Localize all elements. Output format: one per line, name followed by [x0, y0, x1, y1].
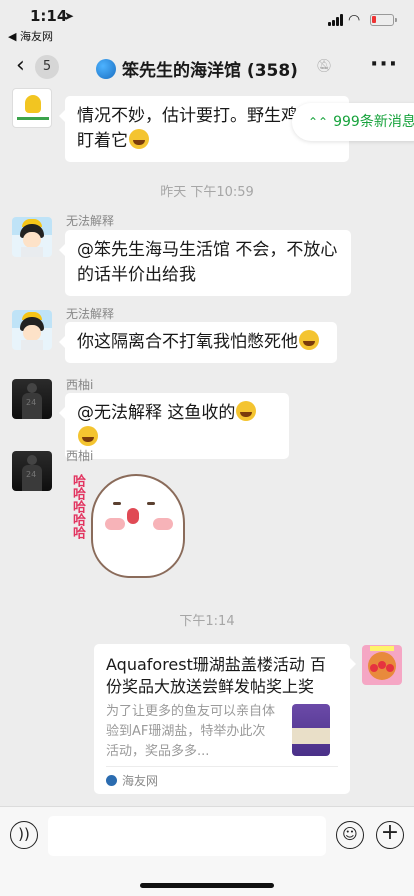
message-bubble[interactable]: 你这隔离合不打氧我怕憋死他 — [59, 322, 337, 363]
avatar[interactable]: 24 — [12, 451, 52, 491]
message-text: @无法解释 这鱼收的 — [77, 403, 236, 423]
timestamp: 昨天 下午10:59 — [160, 185, 254, 200]
signal-icon — [328, 14, 344, 26]
avatar[interactable]: 24 — [12, 379, 52, 419]
new-messages-label: 999条新消息 — [333, 114, 414, 130]
status-bar: 1:14 ➤ ◀ 海友网 ◠ — [0, 0, 414, 44]
avatar[interactable] — [12, 310, 52, 350]
plus-icon[interactable]: + — [376, 821, 404, 849]
emoji-icon[interactable]: ☺ — [336, 821, 364, 849]
back-to-app-link[interactable]: ◀ 海友网 — [8, 28, 53, 44]
more-icon[interactable]: ··· — [370, 52, 398, 77]
group-name: 笨先生的海洋馆 — [122, 61, 241, 81]
laughing-emoji-icon — [78, 426, 98, 446]
new-messages-button[interactable]: ⌃⌃ 999条新消息 — [292, 103, 414, 141]
avatar[interactable] — [12, 88, 52, 128]
message-text: @笨先生海马生活馆 不会，不放心的话半价出给我 — [77, 240, 338, 285]
sender-name: 无法解释 — [66, 214, 115, 228]
avatar[interactable] — [362, 645, 402, 685]
source-icon — [106, 775, 117, 786]
voice-icon[interactable]: )) — [10, 821, 38, 849]
avatar[interactable] — [12, 217, 52, 257]
message-bubble[interactable]: @笨先生海马生活馆 不会，不放心的话半价出给我 — [59, 230, 351, 296]
sticker-image[interactable]: 哈哈哈哈哈 — [65, 466, 195, 586]
mute-bell-icon: 🔕︎ — [316, 59, 333, 74]
member-count: (358) — [246, 61, 298, 81]
sender-name: 西柚i — [66, 378, 94, 392]
divider — [106, 766, 338, 767]
status-time: 1:14 — [30, 7, 68, 25]
laughing-emoji-icon — [129, 129, 149, 149]
link-description: 为了让更多的鱼友可以亲自体验到AF珊湖盐，特举办此次活动，奖品多多... — [106, 704, 276, 759]
message-bubble[interactable]: @无法解释 这鱼收的 — [59, 393, 289, 459]
input-bar: )) ☺ + — [0, 806, 414, 896]
globe-icon — [96, 59, 116, 79]
home-indicator[interactable] — [140, 883, 274, 888]
link-source: 海友网 — [106, 772, 158, 789]
double-chevron-up-icon: ⌃⌃ — [308, 115, 329, 129]
sender-name: 无法解释 — [66, 307, 115, 321]
laughing-emoji-icon — [299, 330, 319, 350]
chevron-left-icon[interactable]: ‹ — [16, 53, 25, 78]
sender-name: 西柚i — [66, 449, 94, 463]
link-source-label: 海友网 — [122, 774, 159, 788]
location-arrow-icon: ➤ — [64, 9, 75, 23]
unread-count-badge[interactable]: 5 — [35, 55, 59, 79]
wifi-icon: ◠ — [348, 12, 361, 28]
message-text: 你这隔离合不打氧我怕憋死他 — [77, 332, 298, 352]
battery-icon — [370, 14, 397, 26]
message-input[interactable] — [48, 816, 326, 856]
message-text: 情况不妙，估计要打。野生鸡 直盯着它 — [77, 106, 321, 151]
link-thumbnail — [286, 702, 336, 758]
link-card[interactable]: Aquaforest珊湖盐盖楼活动 百份奖品大放送尝鲜发帖奖上奖 为了让更多的鱼… — [94, 644, 356, 794]
chat-title[interactable]: 笨先生的海洋馆 (358) — [96, 56, 346, 81]
link-title: Aquaforest珊湖盐盖楼活动 百份奖品大放送尝鲜发帖奖上奖 — [106, 655, 326, 696]
chat-header: ‹ 5 笨先生的海洋馆 (358) 🔕︎ ··· — [0, 44, 414, 88]
laughing-emoji-icon — [236, 401, 257, 421]
sticker-text: 哈哈哈哈哈 — [70, 474, 85, 539]
timestamp: 下午1:14 — [179, 614, 235, 629]
